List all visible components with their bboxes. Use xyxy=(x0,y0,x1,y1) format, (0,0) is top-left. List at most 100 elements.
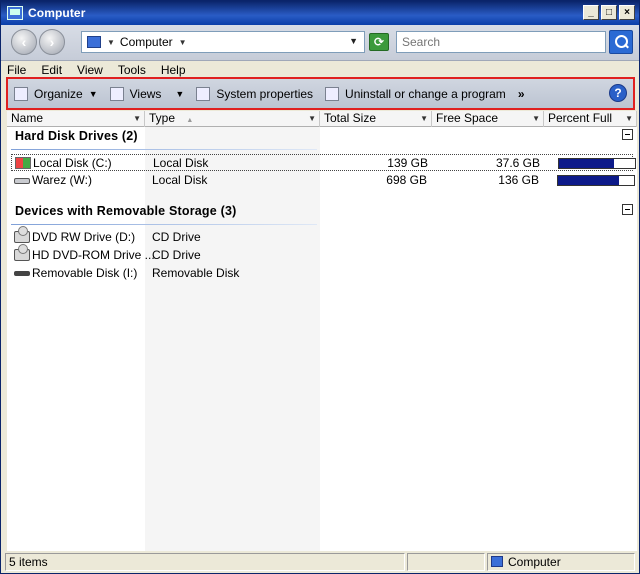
views-button[interactable]: Views ▼ xyxy=(104,83,191,105)
column-total-size[interactable]: Total Size ▼ xyxy=(320,111,432,127)
organize-icon xyxy=(14,86,28,101)
percent-full-fill xyxy=(559,159,615,168)
percent-full-bar xyxy=(557,175,635,186)
column-header: Name ▼ Type ▲ ▼ Total Size ▼ Free Space … xyxy=(7,111,637,127)
column-dropdown-icon[interactable]: ▼ xyxy=(133,111,141,126)
removable-disk-icon xyxy=(14,271,30,276)
uninstall-label: Uninstall or change a program xyxy=(345,86,506,101)
views-icon xyxy=(109,86,124,101)
percent-full-bar xyxy=(558,158,636,169)
item-type: CD Drive xyxy=(152,230,201,244)
item-free-space: 136 GB xyxy=(498,173,539,187)
item-type: Local Disk xyxy=(152,173,208,187)
item-free-space: 37.6 GB xyxy=(495,156,540,170)
item-type: Removable Disk xyxy=(152,266,240,280)
item-name: HD DVD-ROM Drive ... xyxy=(32,248,155,262)
address-bar[interactable]: ▼ Computer ▼ ▼ xyxy=(81,31,365,53)
column-dropdown-icon[interactable]: ▼ xyxy=(625,111,633,126)
close-button[interactable]: × xyxy=(619,5,635,20)
search-icon[interactable] xyxy=(609,30,633,54)
group-header-hard-disks[interactable]: Hard Disk Drives (2) xyxy=(15,129,138,143)
column-type-label: Type xyxy=(149,111,176,125)
list-item[interactable]: HD DVD-ROM Drive ... CD Drive xyxy=(11,244,633,264)
explorer-window: Computer _ □ × ‹ › ▼ Computer ▼ ▼ ⟳ F xyxy=(0,0,640,574)
status-blank xyxy=(407,553,485,571)
item-type: CD Drive xyxy=(152,248,201,262)
column-type[interactable]: Type ▲ ▼ xyxy=(145,111,320,127)
group-divider xyxy=(11,224,317,225)
help-icon[interactable]: ? xyxy=(609,84,627,102)
windows-drive-icon xyxy=(15,157,31,169)
list-item[interactable]: DVD RW Drive (D:) CD Drive xyxy=(11,226,633,246)
chevron-down-icon: ▼ xyxy=(175,88,185,99)
percent-full-fill xyxy=(558,176,619,185)
more-commands-button[interactable]: » xyxy=(512,83,531,105)
chevron-down-icon: ▼ xyxy=(88,88,98,99)
views-label: Views xyxy=(129,86,162,101)
list-item[interactable]: Warez (W:) Local Disk 698 GB 136 GB xyxy=(11,172,635,189)
forward-button[interactable]: › xyxy=(39,29,65,55)
window-controls: _ □ × xyxy=(583,5,635,20)
column-dropdown-icon[interactable]: ▼ xyxy=(420,111,428,126)
dvd-drive-icon xyxy=(14,226,30,243)
uninstall-program-button[interactable]: Uninstall or change a program xyxy=(319,83,512,105)
menu-view[interactable]: View xyxy=(77,63,103,77)
maximize-button[interactable]: □ xyxy=(601,5,617,20)
column-free-space[interactable]: Free Space ▼ xyxy=(432,111,544,127)
column-dropdown-icon[interactable]: ▼ xyxy=(308,111,316,126)
chevron-double-right-icon: » xyxy=(517,86,525,101)
column-name[interactable]: Name ▼ xyxy=(7,111,145,127)
refresh-button[interactable]: ⟳ xyxy=(369,33,389,51)
window-title: Computer xyxy=(28,6,86,20)
column-total-size-label: Total Size xyxy=(324,111,377,125)
breadcrumb-computer[interactable]: Computer xyxy=(120,35,173,49)
system-properties-label: System properties xyxy=(216,86,314,101)
sorted-column-highlight xyxy=(145,127,320,551)
menu-edit[interactable]: Edit xyxy=(41,63,62,77)
computer-icon xyxy=(491,556,503,567)
breadcrumb-arrow-icon[interactable]: ▼ xyxy=(107,38,115,47)
address-dropdown-icon[interactable]: ▼ xyxy=(349,36,358,46)
forward-arrow-icon: › xyxy=(49,34,55,50)
dvd-drive-icon xyxy=(14,244,30,261)
search-input[interactable] xyxy=(397,32,605,52)
list-item[interactable]: Removable Disk (I:) Removable Disk xyxy=(11,265,633,282)
computer-icon xyxy=(7,6,23,20)
status-location: Computer xyxy=(487,553,635,571)
system-properties-icon xyxy=(196,86,211,101)
group-header-removable-storage[interactable]: Devices with Removable Storage (3) xyxy=(15,204,236,218)
column-name-label: Name xyxy=(11,111,44,125)
title-bar[interactable]: Computer _ □ × xyxy=(1,1,639,25)
menu-file[interactable]: File xyxy=(7,63,26,77)
programs-icon xyxy=(325,86,340,101)
sort-ascending-icon: ▲ xyxy=(186,117,194,124)
status-bar: 5 items Computer xyxy=(5,553,637,571)
hard-drive-icon xyxy=(14,178,30,184)
column-percent-full-label: Percent Full xyxy=(548,111,613,125)
column-free-space-label: Free Space xyxy=(436,111,499,125)
organize-label: Organize xyxy=(34,86,83,101)
item-total-size: 698 GB xyxy=(386,173,427,187)
breadcrumb-arrow-icon[interactable]: ▼ xyxy=(179,38,187,47)
menu-tools[interactable]: Tools xyxy=(118,63,146,77)
navigation-bar: ‹ › ▼ Computer ▼ ▼ ⟳ xyxy=(1,25,639,61)
file-list: Hard Disk Drives (2) Local Disk (C:) Loc… xyxy=(7,127,637,551)
search-box[interactable] xyxy=(396,31,606,53)
back-button[interactable]: ‹ xyxy=(11,29,37,55)
item-name: Warez (W:) xyxy=(32,173,92,187)
minimize-button[interactable]: _ xyxy=(583,5,599,20)
group-divider xyxy=(11,149,317,150)
refresh-icon: ⟳ xyxy=(373,35,385,49)
item-name: Removable Disk (I:) xyxy=(32,266,138,280)
column-dropdown-icon[interactable]: ▼ xyxy=(532,111,540,126)
list-item[interactable]: Local Disk (C:) Local Disk 139 GB 37.6 G… xyxy=(11,154,636,171)
column-percent-full[interactable]: Percent Full ▼ xyxy=(544,111,637,127)
item-name: DVD RW Drive (D:) xyxy=(32,230,136,244)
organize-button[interactable]: Organize ▼ xyxy=(8,83,104,105)
menu-help[interactable]: Help xyxy=(161,63,186,77)
collapse-icon[interactable] xyxy=(622,204,633,215)
item-total-size: 139 GB xyxy=(387,156,428,170)
system-properties-button[interactable]: System properties xyxy=(190,83,319,105)
collapse-icon[interactable] xyxy=(622,129,633,140)
command-toolbar: Organize ▼ Views ▼ System properties Uni… xyxy=(6,77,635,110)
